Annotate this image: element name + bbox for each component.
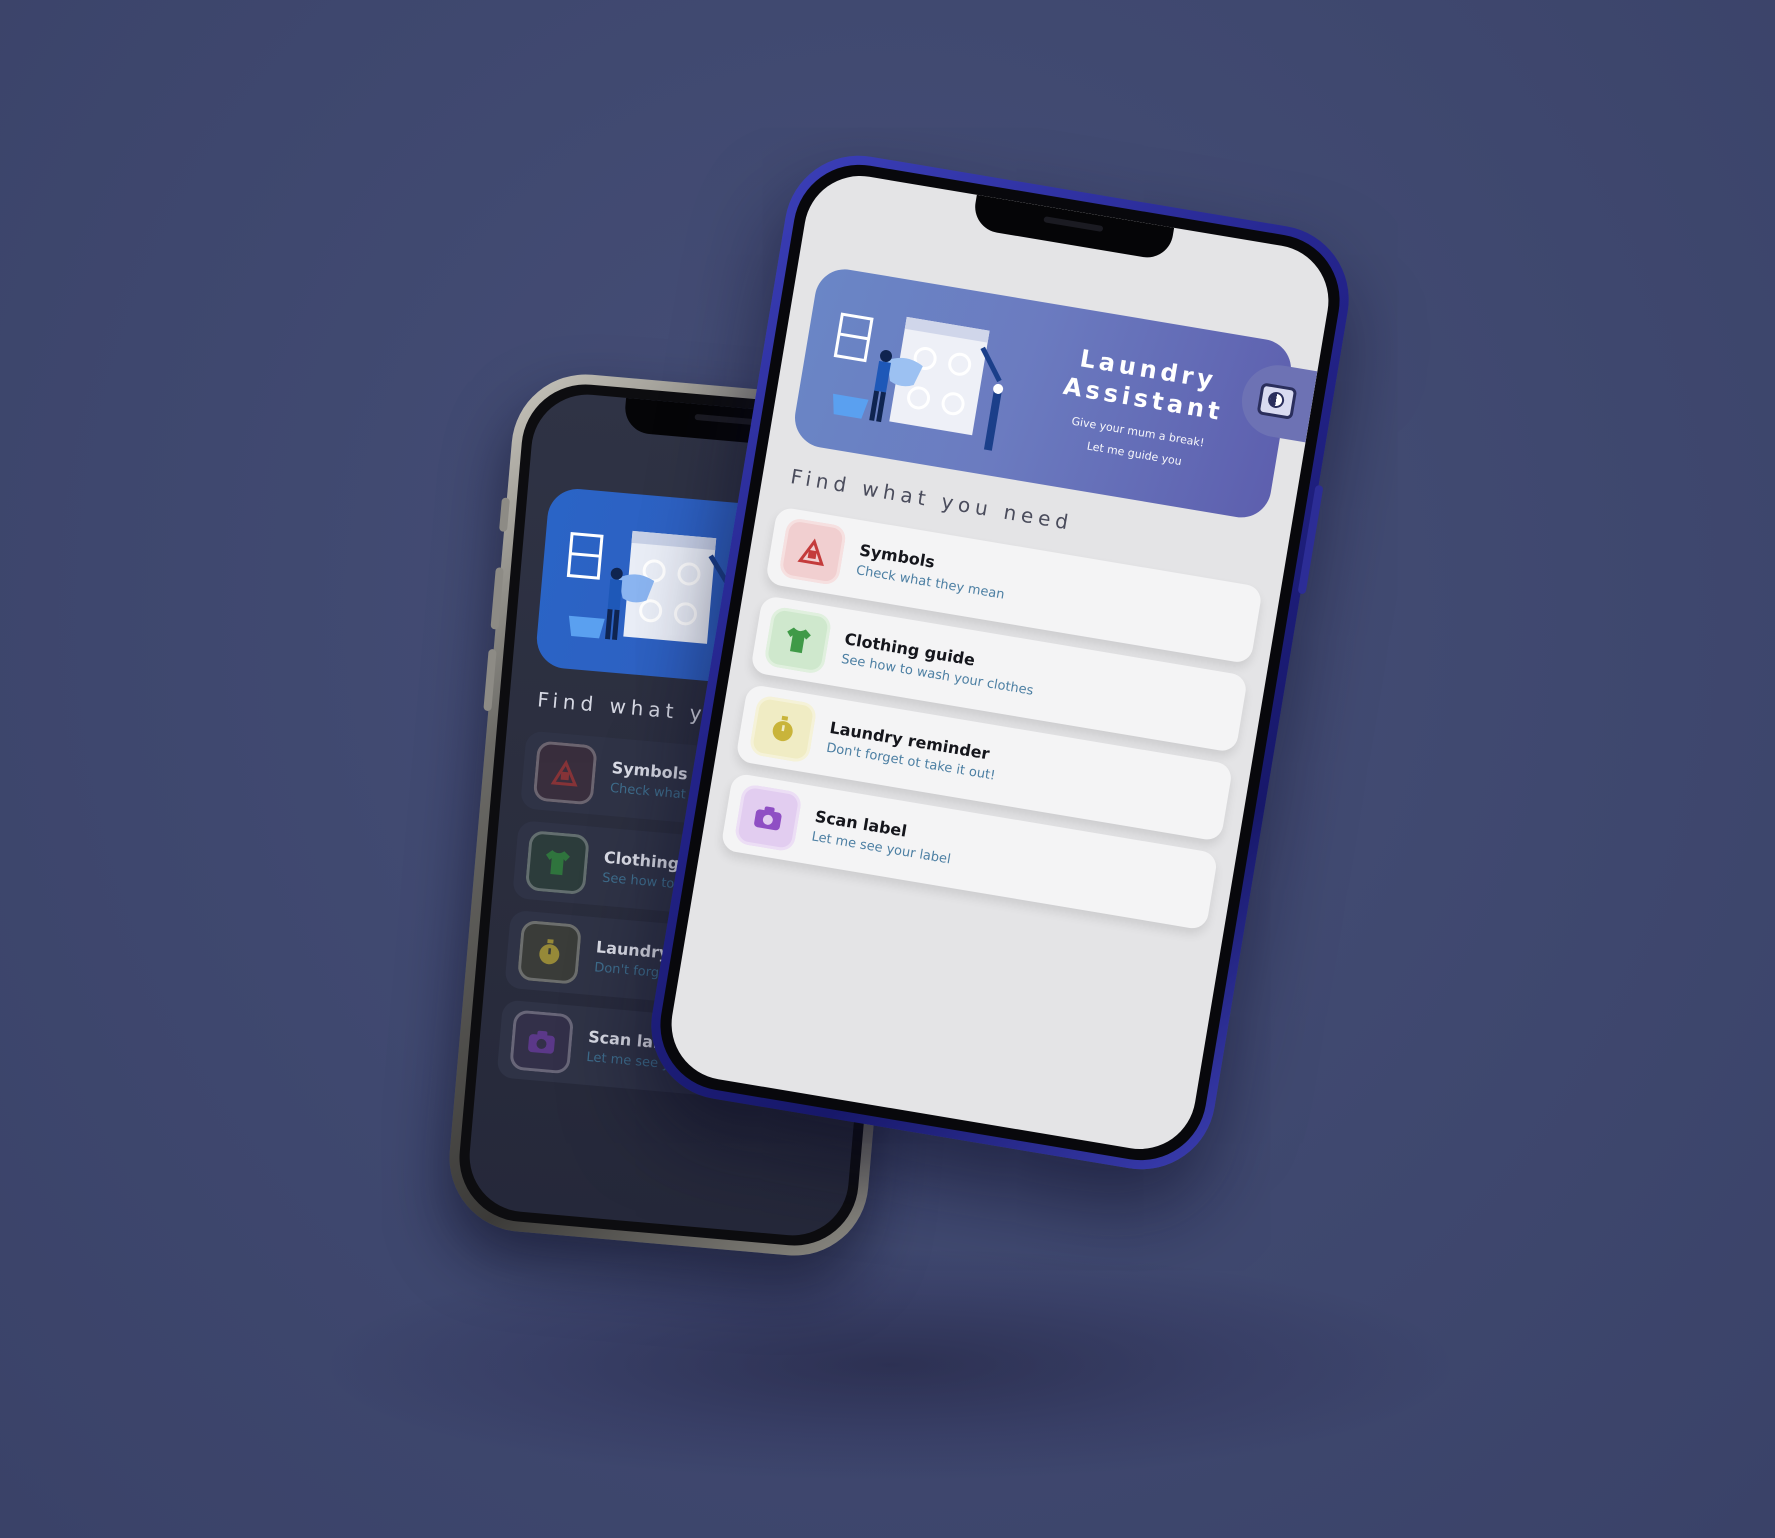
camera-icon: [509, 1009, 575, 1075]
stopwatch-icon: [748, 694, 818, 764]
symbols-icon: [778, 517, 848, 587]
menu-list: Symbols Check what they mean Clothing gu…: [718, 506, 1264, 942]
symbols-icon: [532, 740, 598, 806]
laundry-illustration: [809, 282, 1031, 463]
floor-shadow: [330, 1250, 1450, 1480]
tshirt-icon: [524, 830, 590, 896]
light-app: Laundry Assistant Give your mum a break!…: [663, 168, 1337, 1158]
volume-up-button: [490, 567, 504, 630]
mockup-stage: Laundry Assistant Give your mum a break!…: [0, 0, 1775, 1538]
mute-switch: [499, 497, 510, 532]
volume-down-button: [483, 648, 497, 712]
tshirt-icon: [763, 605, 833, 675]
theme-toggle-icon: [1256, 382, 1298, 420]
power-button: [1297, 484, 1324, 595]
camera-icon: [733, 783, 803, 853]
phone-light-mode: Laundry Assistant Give your mum a break!…: [640, 144, 1360, 1181]
stopwatch-icon: [517, 919, 583, 985]
light-screen: Laundry Assistant Give your mum a break!…: [663, 167, 1337, 1158]
